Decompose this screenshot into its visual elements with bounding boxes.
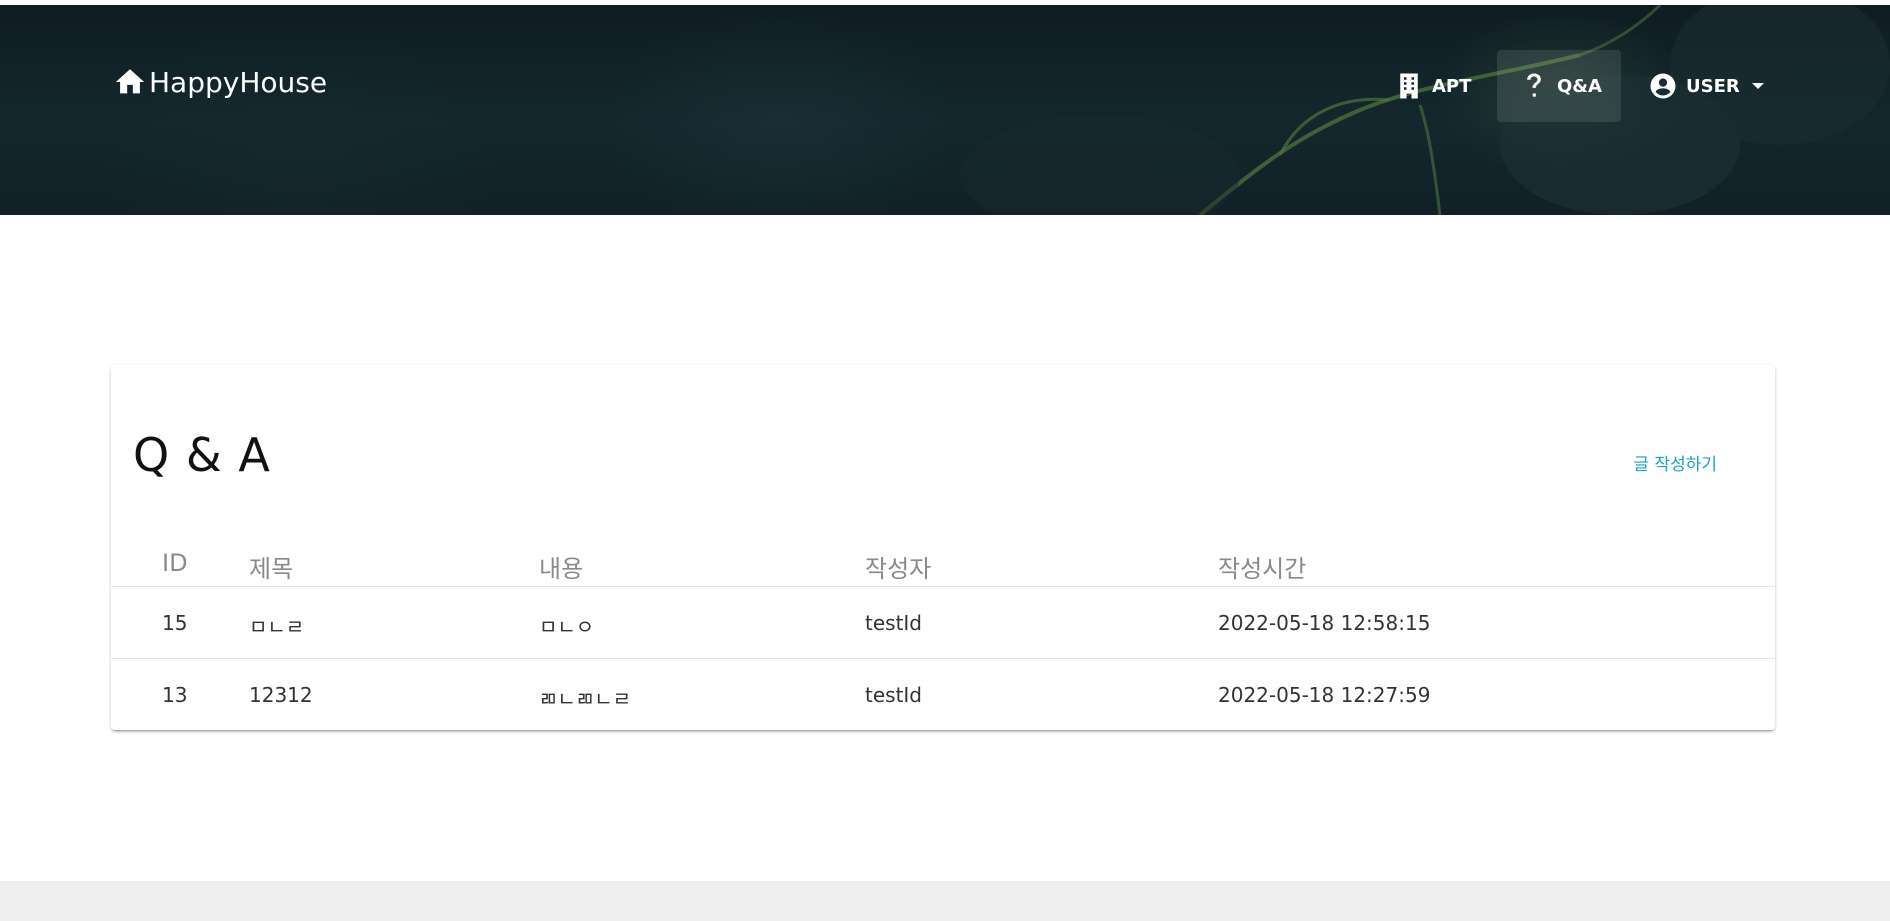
cell-writer: testId	[865, 611, 923, 635]
column-header-id[interactable]: ID	[162, 549, 188, 577]
cell-writer: testId	[865, 683, 923, 707]
brand-name: HappyHouse	[149, 65, 328, 99]
page-title: Q & A	[133, 428, 271, 482]
column-header-writer[interactable]: 작성자	[865, 549, 931, 584]
column-header-time[interactable]: 작성시간	[1218, 549, 1306, 584]
column-header-content[interactable]: 내용	[539, 549, 583, 584]
building-icon	[1400, 73, 1418, 99]
nav-qna-label: Q&A	[1557, 75, 1602, 97]
cell-title: 12312	[249, 683, 313, 707]
cell-title: ㅁㄴㄹ	[249, 615, 305, 639]
cell-time: 2022-05-18 12:27:59	[1218, 683, 1431, 707]
qna-card: Q & A 글 작성하기 ID 제목 내용 작성자 작성시간 15 ㅁㄴㄹ ㅁㄴ…	[111, 365, 1775, 730]
nav-apt-label: APT	[1432, 75, 1472, 97]
write-post-button[interactable]: 글 작성하기	[1633, 450, 1717, 475]
cell-id: 15	[162, 611, 188, 635]
nav-qna[interactable]: Q&A	[1497, 50, 1621, 122]
table-row[interactable]: 13 12312 ㄻㄴㄻㄴㄹ testId 2022-05-18 12:27:5…	[111, 659, 1775, 730]
account-circle-icon	[1650, 73, 1676, 99]
table-row[interactable]: 15 ㅁㄴㄹ ㅁㄴㅇ testId 2022-05-18 12:58:15	[111, 587, 1775, 659]
qna-table: ID 제목 내용 작성자 작성시간 15 ㅁㄴㄹ ㅁㄴㅇ testId 2022…	[111, 537, 1775, 730]
nav-user-label: USER	[1686, 75, 1740, 97]
home-icon	[115, 69, 145, 94]
brand-logo[interactable]: HappyHouse	[113, 65, 327, 99]
page-footer	[0, 881, 1890, 921]
column-header-title[interactable]: 제목	[249, 549, 293, 584]
app-header: HappyHouse APT Q&A USER	[0, 5, 1890, 215]
chevron-down-icon	[1751, 83, 1764, 89]
nav-user-menu[interactable]: USER	[1638, 50, 1774, 122]
cell-content: ㄻㄴㄻㄴㄹ	[539, 687, 631, 711]
nav-apt[interactable]: APT	[1384, 50, 1481, 122]
question-icon	[1527, 73, 1541, 97]
cell-id: 13	[162, 683, 188, 707]
cell-time: 2022-05-18 12:58:15	[1218, 611, 1431, 635]
cell-content: ㅁㄴㅇ	[539, 615, 595, 639]
table-header: ID 제목 내용 작성자 작성시간	[111, 537, 1775, 587]
